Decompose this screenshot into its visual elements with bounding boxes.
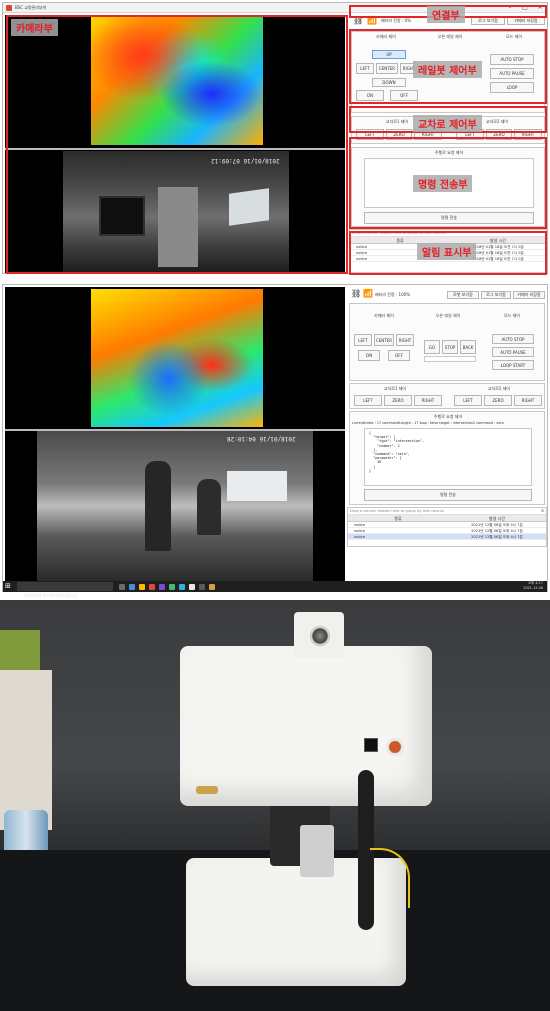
app-icon — [6, 5, 12, 11]
taskbar-app-icon[interactable] — [149, 584, 155, 590]
device-housing — [180, 646, 432, 806]
cross2-zero-button[interactable]: ZERO — [484, 395, 512, 406]
brass-standoff — [196, 786, 218, 794]
taskbar-app-icon[interactable] — [189, 584, 195, 590]
tab-robot-view[interactable]: 로봇 보기함 — [447, 291, 479, 299]
thermal-camera-view — [91, 289, 263, 427]
camera-right-button[interactable]: RIGHT — [396, 334, 414, 346]
rail-back-button[interactable]: BACK — [460, 340, 476, 354]
connect-icon: ⛓ — [351, 289, 362, 298]
rail-stop-button[interactable]: STOP — [442, 340, 458, 354]
camera-control-label: 카메라 제어 — [374, 313, 394, 318]
cross1-right-button[interactable]: RIGHT — [414, 395, 442, 406]
person-in-scene — [197, 479, 221, 535]
camera-annotation: 카메라부 — [11, 19, 58, 36]
taskbar-app-icon[interactable] — [119, 584, 125, 590]
grid-group-hint: Drag a column header here to group by th… — [348, 508, 546, 515]
camera-timestamp: 2018/01/16 04:10:28 — [227, 435, 296, 442]
rail-control-label: 오븐 레일 제어 — [435, 313, 461, 318]
command-annotation: 명령 전송부 — [413, 175, 473, 192]
row-type: notice — [354, 523, 366, 527]
camera-panel: 2018/01/16 04:10:28 — [5, 287, 345, 581]
mode-control-label: 모드 제어 — [504, 313, 520, 318]
signal-icon: 📶 — [363, 289, 373, 298]
command-group-label: 주행로 요청 제어 — [433, 414, 463, 419]
taskbar: ⊞ 검색하려면 여기에 입력하십시오. 오후 4:17 2021-12-06 — [3, 581, 547, 598]
servo-bracket — [300, 825, 334, 877]
camera-center-button[interactable]: CENTER — [374, 334, 394, 346]
table-row[interactable]: notice 2021년 12월 06일 오후 4시 7분 — [348, 534, 546, 540]
cross1-label: 교차로1 제어 — [383, 386, 407, 391]
grid-col-time[interactable]: 발생 시간 — [448, 515, 546, 521]
device-photo — [0, 600, 550, 1011]
taskbar-app-icon[interactable] — [209, 584, 215, 590]
taskbar-search-box[interactable]: 검색하려면 여기에 입력하십시오. — [17, 582, 113, 598]
command-status-text: currentIndex : 17 commandLength : 17 loo… — [352, 421, 504, 425]
alarm-annotation: 알림 표시부 — [417, 243, 477, 260]
rail-annotation: 레일봇 제어부 — [413, 61, 482, 78]
cross-annotation: 교차로 제어부 — [413, 115, 482, 132]
camera-off-button[interactable]: OFF — [388, 350, 410, 361]
camera-on-button[interactable]: ON — [358, 350, 380, 361]
taskbar-search-placeholder: 검색하려면 여기에 입력하십시오. — [23, 593, 79, 598]
taskbar-app-icon[interactable] — [139, 584, 145, 590]
app-window-1: BSC 교량관리부쉬 – □ ✕ 2018/01/16 07:09:12 배터리… — [2, 2, 548, 275]
row-time: 2021년 12월 06일 오후 4시 7분 — [471, 523, 523, 527]
taskbar-app-icon[interactable] — [169, 584, 175, 590]
auto-stop-button[interactable]: AUTO STOP — [492, 334, 534, 344]
taskbar-clock[interactable]: 오후 4:17 2021-12-06 — [523, 581, 543, 591]
app-window-2: 2018/01/16 04:10:28 ⛓ 📶 배터리 잔량 : 100% 로봇… — [2, 284, 548, 598]
tab-log-view[interactable]: 로그 보기함 — [471, 17, 505, 25]
tab-camera-save[interactable]: 카메라 저장함 — [507, 17, 545, 25]
windows-start-icon[interactable]: ⊞ — [5, 582, 11, 590]
cross2-right-button[interactable]: RIGHT — [514, 395, 542, 406]
taskbar-app-icon[interactable] — [159, 584, 165, 590]
tab-camera-save[interactable]: 카메라 저장함 — [513, 291, 545, 299]
taskbar-app-icon[interactable] — [199, 584, 205, 590]
window-in-scene — [227, 471, 287, 501]
camera-lens — [310, 626, 330, 646]
cross2-left-button[interactable]: LEFT — [454, 395, 482, 406]
battery-status: 배터리 잔량 : 0% — [381, 18, 411, 23]
vent-grille — [386, 738, 404, 756]
camera-left-button[interactable]: LEFT — [354, 334, 372, 346]
row-time: 2021년 12월 06일 오후 4시 7분 — [471, 535, 523, 539]
power-switch — [364, 738, 378, 752]
rail-speed-select[interactable] — [424, 356, 476, 362]
rail-control-group: 카메라 제어 오븐 레일 제어 모드 제어 LEFT CENTER RIGHT … — [349, 303, 545, 381]
camera-region-box — [6, 15, 348, 274]
search-icon[interactable]: ⌕ — [541, 508, 544, 514]
cross2-label: 교차로2 제어 — [487, 386, 511, 391]
window-title: BSC 교량관리부쉬 — [15, 5, 47, 10]
rail-go-button[interactable]: GO — [424, 340, 440, 354]
auto-pause-button[interactable]: AUTO PAUSE — [492, 347, 534, 357]
white-shelf — [0, 670, 52, 830]
row-type: notice — [354, 529, 366, 533]
command-json-editor[interactable]: { "target": [ "type": "intersection", "n… — [364, 428, 532, 486]
taskbar-app-icon[interactable] — [179, 584, 185, 590]
cross1-left-button[interactable]: LEFT — [354, 395, 382, 406]
loop-start-button[interactable]: LOOP START — [492, 360, 534, 370]
row-type: notice — [354, 535, 366, 539]
command-group: 주행로 요청 제어 currentIndex : 17 commandLengt… — [349, 411, 545, 505]
rgb-camera-view: 2018/01/16 04:10:28 — [37, 431, 313, 581]
control-column: ⛓ 📶 배터리 잔량 : 100% 로봇 보기함 로그 보기함 카메라 저장함 … — [347, 287, 547, 581]
grid-col-type[interactable]: 종류 — [348, 515, 448, 521]
send-command-button[interactable]: 명령 전송 — [364, 489, 532, 501]
alarm-grid: Drag a column header here to group by th… — [347, 507, 547, 547]
grid-header: 종류 발생 시간 — [348, 515, 546, 522]
taskbar-app-icon[interactable] — [129, 584, 135, 590]
connect-annotation: 연결부 — [427, 6, 465, 23]
tab-log-view[interactable]: 로그 보기함 — [481, 291, 511, 299]
cross1-zero-button[interactable]: ZERO — [384, 395, 412, 406]
battery-status: 배터리 잔량 : 100% — [375, 292, 410, 297]
row-time: 2021년 12월 06일 오후 4시 7분 — [471, 529, 523, 533]
cross-control-group: 교차로1 제어 교차로2 제어 LEFT ZERO RIGHT LEFT ZER… — [349, 383, 545, 409]
person-in-scene — [145, 461, 171, 551]
